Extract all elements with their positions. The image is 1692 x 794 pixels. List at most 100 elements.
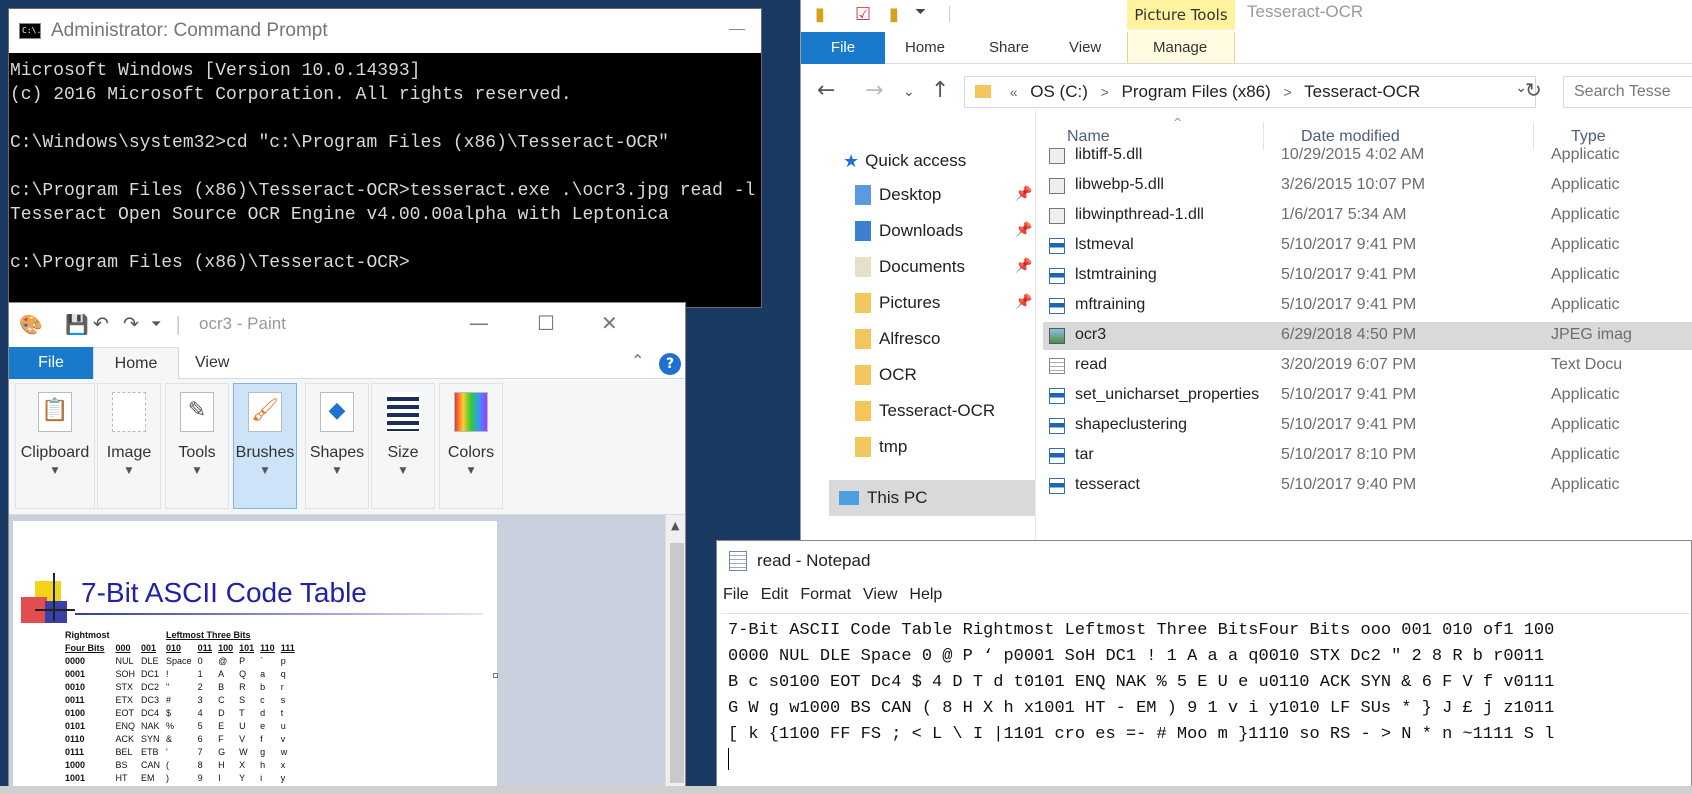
scrollbar-thumb[interactable] xyxy=(670,543,684,783)
nav-pictures[interactable]: Pictures xyxy=(855,288,940,318)
nav-documents[interactable]: Documents xyxy=(855,252,965,282)
redo-icon[interactable]: ↷ xyxy=(123,313,139,335)
back-arrow-icon[interactable]: ← xyxy=(817,78,835,103)
file-row[interactable]: set_unicharset_properties 5/10/2017 9:41 … xyxy=(1043,382,1692,410)
group-shapes[interactable]: ◆ Shapes ▼ xyxy=(305,383,369,509)
file-explorer-window[interactable]: ▮ ☑ ▮ ⏷ Picture Tools Tesseract-OCR File… xyxy=(800,0,1692,540)
pin-icon[interactable]: 📌 xyxy=(1015,258,1032,274)
save-icon[interactable]: 💾 xyxy=(65,313,89,336)
group-colors[interactable]: Colors ▼ xyxy=(439,383,503,509)
search-input[interactable]: Search Tesse xyxy=(1563,76,1692,108)
tab-view[interactable]: View xyxy=(1069,32,1101,64)
recent-locations-chevron-icon[interactable]: ⌄ xyxy=(903,84,915,100)
breadcrumb-program-files[interactable]: Program Files (x86) xyxy=(1122,82,1271,101)
command-prompt-window[interactable]: C:\. Administrator: Command Prompt Micro… xyxy=(8,8,762,308)
file-row[interactable]: shapeclustering 5/10/2017 9:41 PM Applicat… xyxy=(1043,412,1692,440)
file-row[interactable]: libwinpthread-1.dll 1/6/2017 5:34 AM Appli… xyxy=(1043,202,1692,230)
group-tools[interactable]: ✎ Tools ▼ xyxy=(165,383,229,509)
breadcrumb-os-c[interactable]: OS (C:) xyxy=(1030,82,1088,101)
minimize-icon[interactable]: — xyxy=(469,311,489,335)
forward-arrow-icon[interactable]: → xyxy=(865,78,883,103)
up-arrow-icon[interactable]: ↑ xyxy=(931,78,949,103)
file-row[interactable]: ocr3 6/29/2018 4:50 PM JPEG imag xyxy=(1043,322,1692,350)
menu-file[interactable]: File xyxy=(723,586,749,604)
customize-chevron-icon[interactable]: ⏷ xyxy=(151,317,161,332)
nav-tesseract-ocr[interactable]: Tesseract-OCR xyxy=(855,396,995,426)
file-row[interactable]: tesseract 5/10/2017 9:40 PM Applicatic xyxy=(1043,472,1692,500)
breadcrumb-tesseract[interactable]: Tesseract-OCR xyxy=(1304,82,1420,101)
tab-view[interactable]: View xyxy=(195,347,229,379)
group-label: Brushes xyxy=(235,444,295,461)
nav-downloads[interactable]: Downloads xyxy=(855,216,963,246)
close-icon[interactable]: ✕ xyxy=(601,311,618,335)
vertical-scrollbar[interactable]: ▲ xyxy=(665,515,685,793)
nav-tmp[interactable]: tmp xyxy=(855,432,907,462)
table-cell: Space xyxy=(166,656,192,666)
table-header-cell xyxy=(116,629,142,642)
menu-view[interactable]: View xyxy=(863,586,897,604)
notepad-text-area[interactable]: 7-Bit ASCII Code Table Rightmost Leftmos… xyxy=(721,613,1689,791)
divider xyxy=(1035,110,1036,540)
notepad-titlebar[interactable]: read - Notepad xyxy=(717,541,1691,581)
nav-ocr[interactable]: OCR xyxy=(855,360,917,390)
nav-alfresco[interactable]: Alfresco xyxy=(855,324,940,354)
nav-desktop[interactable]: Desktop xyxy=(855,180,941,210)
file-row[interactable]: tar 5/10/2017 8:10 PM Applicatic xyxy=(1043,442,1692,470)
table-cell: NAK xyxy=(141,721,160,731)
nav-quick-access[interactable]: ★ Quick access xyxy=(843,146,966,176)
file-row[interactable]: libtiff-5.dll 10/29/2015 4:02 AM Applicati… xyxy=(1043,142,1692,170)
file-row[interactable]: lstmeval 5/10/2017 9:41 PM Applicatic xyxy=(1043,232,1692,260)
paint-app-icon[interactable]: 🎨 xyxy=(19,313,43,336)
menu-edit[interactable]: Edit xyxy=(761,586,789,604)
cmd-console[interactable]: Microsoft Windows [Version 10.0.14393] (c… xyxy=(9,53,761,275)
tab-home[interactable]: Home xyxy=(905,32,945,64)
pin-icon[interactable]: 📌 xyxy=(1015,186,1032,202)
properties-icon[interactable]: ☑ xyxy=(855,4,871,25)
menu-format[interactable]: Format xyxy=(800,586,851,604)
pin-icon[interactable]: 📌 xyxy=(1015,222,1032,238)
folder-icon[interactable]: ▮ xyxy=(815,4,825,25)
tab-manage[interactable]: Manage xyxy=(1153,32,1207,64)
new-folder-icon[interactable]: ▮ xyxy=(889,4,899,25)
canvas-resize-handle[interactable] xyxy=(493,673,498,678)
file-row[interactable]: lstmtraining 5/10/2017 9:41 PM Applicatic xyxy=(1043,262,1692,290)
group-image[interactable]: Image ▼ xyxy=(97,383,161,509)
help-icon[interactable]: ? xyxy=(659,353,681,375)
notepad-app-icon[interactable] xyxy=(729,551,747,571)
table-cell: 0001 xyxy=(65,669,86,679)
chevron-right-icon[interactable]: > xyxy=(1101,84,1109,100)
file-row[interactable]: read 3/20/2019 6:07 PM Text Docu xyxy=(1043,352,1692,380)
pin-icon[interactable]: 📌 xyxy=(1015,294,1032,310)
address-bar[interactable]: « OS (C:) > Program Files (x86) > Tesser… xyxy=(964,76,1536,108)
customize-chevron-icon[interactable]: ⏷ xyxy=(915,4,926,20)
paint-titlebar[interactable]: 🎨 💾 ↶ ↷ ⏷ | ocr3 - Paint — ☐ ✕ xyxy=(9,303,685,345)
file-row[interactable]: libwebp-5.dll 3/26/2015 10:07 PM Applicati… xyxy=(1043,172,1692,200)
paint-canvas[interactable]: 7-Bit ASCII Code Table Rightmost Leftmost… xyxy=(13,521,497,793)
overflow-chevron[interactable]: « xyxy=(1010,84,1018,100)
file-row[interactable]: mftraining 5/10/2017 9:41 PM Applicatic xyxy=(1043,292,1692,320)
tab-file[interactable]: File xyxy=(9,347,93,379)
group-brushes[interactable]: 🖌 Brushes ▼ xyxy=(233,383,297,509)
refresh-icon[interactable]: ↻ xyxy=(1525,78,1542,102)
breadcrumb: « OS (C:) > Program Files (x86) > Tesser… xyxy=(975,82,1420,102)
tab-home[interactable]: Home xyxy=(93,347,179,379)
tab-file[interactable]: File xyxy=(801,32,885,64)
star-icon: ★ xyxy=(843,150,860,171)
text-line: [ k {1100 FF FS ; < L \ I |1101 cro es =… xyxy=(728,725,1555,744)
minimize-icon[interactable] xyxy=(729,29,745,30)
notepad-window[interactable]: read - Notepad File Edit Format View Hel… xyxy=(716,540,1692,794)
maximize-icon[interactable]: ☐ xyxy=(537,311,555,335)
undo-icon[interactable]: ↶ xyxy=(93,313,109,335)
group-clipboard[interactable]: 📋 Clipboard ▼ xyxy=(15,383,95,509)
group-size[interactable]: Size ▼ xyxy=(371,383,435,509)
scroll-up-icon[interactable]: ▲ xyxy=(671,519,679,532)
chevron-right-icon[interactable]: > xyxy=(1284,84,1292,100)
tab-share[interactable]: Share xyxy=(989,32,1029,64)
table-cell: 1 xyxy=(197,669,203,679)
cmd-titlebar[interactable]: C:\. Administrator: Command Prompt xyxy=(9,9,761,53)
folder-icon xyxy=(855,329,871,349)
paint-window[interactable]: 🎨 💾 ↶ ↷ ⏷ | ocr3 - Paint — ☐ ✕ File Home… xyxy=(8,302,686,794)
menu-help[interactable]: Help xyxy=(909,586,942,604)
nav-this-pc[interactable]: This PC xyxy=(829,480,1035,516)
collapse-ribbon-icon[interactable]: ⌃ xyxy=(631,351,644,370)
